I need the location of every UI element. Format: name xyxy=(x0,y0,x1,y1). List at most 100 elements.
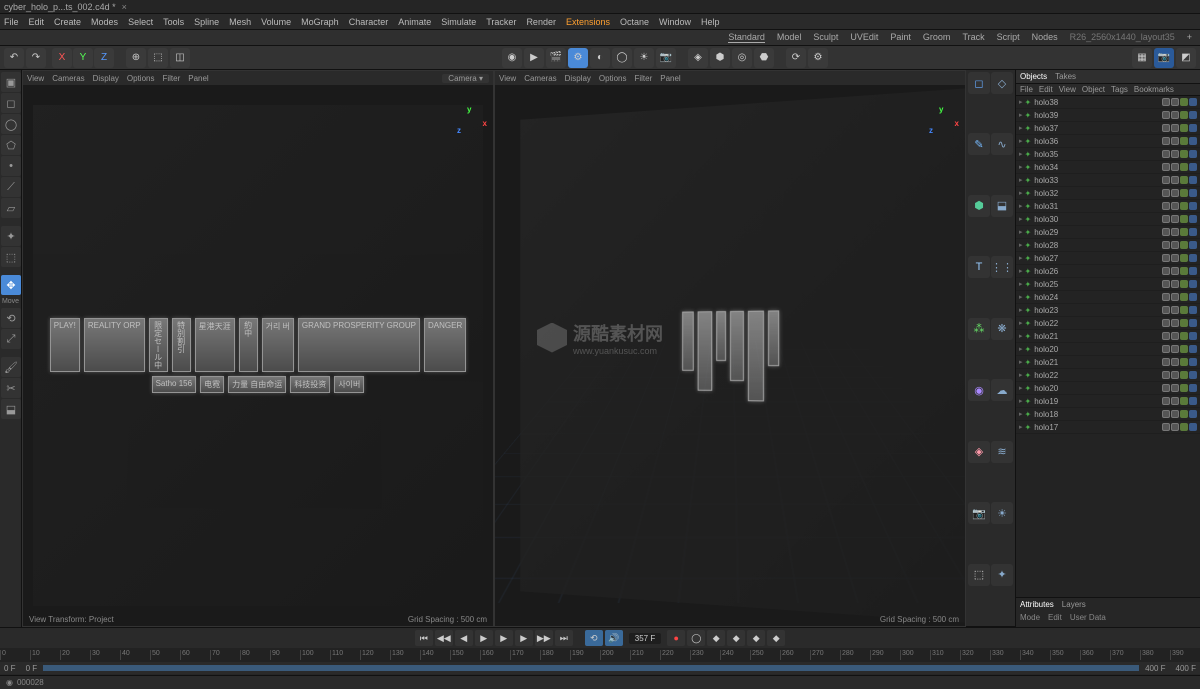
key-scale-button[interactable]: ◆ xyxy=(747,630,765,646)
expand-icon[interactable]: ▸ xyxy=(1019,228,1023,236)
vp-menu-filter[interactable]: Filter xyxy=(162,74,180,83)
visibility-tag[interactable] xyxy=(1162,306,1170,314)
point-mode-tool[interactable]: • xyxy=(1,156,21,176)
panel-toggle-3[interactable]: ◩ xyxy=(1176,48,1196,68)
visibility-tag[interactable] xyxy=(1162,293,1170,301)
axis-tool[interactable]: ✦ xyxy=(1,226,21,246)
object-row[interactable]: ▸✦holo32 xyxy=(1016,187,1200,200)
prev-frame-button[interactable]: ◀ xyxy=(455,630,473,646)
render-vis-tag[interactable] xyxy=(1171,319,1179,327)
render-vis-tag[interactable] xyxy=(1171,358,1179,366)
layout-standard[interactable]: Standard xyxy=(728,32,765,43)
object-row[interactable]: ▸✦holo33 xyxy=(1016,174,1200,187)
obj-menu-file[interactable]: File xyxy=(1020,85,1033,94)
tag-icon[interactable] xyxy=(1180,228,1188,236)
object-row[interactable]: ▸✦holo29 xyxy=(1016,226,1200,239)
tab-objects[interactable]: Objects xyxy=(1020,72,1047,81)
camera-button[interactable]: 📷 xyxy=(656,48,676,68)
axis-z-button[interactable]: Z xyxy=(94,48,114,68)
generator-button[interactable]: ⬢ xyxy=(710,48,730,68)
object-row[interactable]: ▸✦holo22 xyxy=(1016,317,1200,330)
tab-takes[interactable]: Takes xyxy=(1055,72,1076,81)
tag-icon[interactable] xyxy=(1180,423,1188,431)
expand-icon[interactable]: ▸ xyxy=(1019,332,1023,340)
tag-icon[interactable] xyxy=(1180,332,1188,340)
prev-key-button[interactable]: ◀◀ xyxy=(435,630,453,646)
axis-x-button[interactable]: X xyxy=(52,48,72,68)
tag-icon[interactable] xyxy=(1189,111,1197,119)
tag-icon[interactable] xyxy=(1189,332,1197,340)
spline-icon[interactable]: ∿ xyxy=(991,133,1013,155)
layout-uvedit[interactable]: UVEdit xyxy=(850,32,878,43)
subdivision-icon[interactable]: ⬢ xyxy=(968,195,990,217)
tag-icon[interactable] xyxy=(1189,215,1197,223)
panel-toggle-2[interactable]: 📷 xyxy=(1154,48,1174,68)
tag-icon[interactable] xyxy=(1180,384,1188,392)
tag-icon[interactable] xyxy=(1180,306,1188,314)
material-button[interactable]: ◯ xyxy=(612,48,632,68)
loop-button[interactable]: ⟲ xyxy=(585,630,603,646)
visibility-tag[interactable] xyxy=(1162,98,1170,106)
render-vis-tag[interactable] xyxy=(1171,306,1179,314)
tag-icon[interactable] xyxy=(1180,410,1188,418)
tag-icon[interactable] xyxy=(1180,319,1188,327)
menu-render[interactable]: Render xyxy=(526,17,556,27)
redo-button[interactable]: ↷ xyxy=(26,48,46,68)
tag-icon[interactable] xyxy=(1189,98,1197,106)
menu-select[interactable]: Select xyxy=(128,17,153,27)
tag-icon[interactable] xyxy=(1180,137,1188,145)
expand-icon[interactable]: ▸ xyxy=(1019,163,1023,171)
menu-create[interactable]: Create xyxy=(54,17,81,27)
knife-tool[interactable]: ✂ xyxy=(1,378,21,398)
tag-icon[interactable] xyxy=(1180,358,1188,366)
next-frame-button[interactable]: ▶ xyxy=(515,630,533,646)
menu-mograph[interactable]: MoGraph xyxy=(301,17,339,27)
visibility-tag[interactable] xyxy=(1162,189,1170,197)
expand-icon[interactable]: ▸ xyxy=(1019,254,1023,262)
expand-icon[interactable]: ▸ xyxy=(1019,319,1023,327)
key-rot-button[interactable]: ◆ xyxy=(727,630,745,646)
visibility-tag[interactable] xyxy=(1162,371,1170,379)
tag-icon[interactable] xyxy=(1189,228,1197,236)
field-button[interactable]: ◎ xyxy=(732,48,752,68)
light-button[interactable]: ☀ xyxy=(634,48,654,68)
render-vis-tag[interactable] xyxy=(1171,332,1179,340)
move-tool[interactable]: ✥ xyxy=(1,275,21,295)
render-vis-tag[interactable] xyxy=(1171,280,1179,288)
render-vis-tag[interactable] xyxy=(1171,202,1179,210)
tag-icon[interactable] xyxy=(1189,163,1197,171)
vp-menu-display[interactable]: Display xyxy=(93,74,119,83)
cloner-icon[interactable]: ⁂ xyxy=(968,318,990,340)
next-key-button[interactable]: ▶▶ xyxy=(535,630,553,646)
layout-custom[interactable]: R26_2560x1440_layout35 xyxy=(1070,32,1175,43)
record-button[interactable]: ● xyxy=(667,630,685,646)
object-row[interactable]: ▸✦holo18 xyxy=(1016,408,1200,421)
simulate-icon[interactable]: ≋ xyxy=(991,441,1013,463)
effector-icon[interactable]: ❋ xyxy=(991,318,1013,340)
menu-extensions[interactable]: Extensions xyxy=(566,17,610,27)
cube-icon[interactable]: ◻ xyxy=(968,72,990,94)
field-icon[interactable]: ◉ xyxy=(968,379,990,401)
render-vis-tag[interactable] xyxy=(1171,254,1179,262)
vp-menu-cameras[interactable]: Cameras xyxy=(524,74,556,83)
render-vis-tag[interactable] xyxy=(1171,345,1179,353)
object-row[interactable]: ▸✦holo35 xyxy=(1016,148,1200,161)
tag-icon[interactable] xyxy=(1189,410,1197,418)
tag-icon[interactable] xyxy=(1180,124,1188,132)
render-vis-tag[interactable] xyxy=(1171,410,1179,418)
layout-script[interactable]: Script xyxy=(997,32,1020,43)
tag-icon[interactable] xyxy=(1180,293,1188,301)
expand-icon[interactable]: ▸ xyxy=(1019,293,1023,301)
render-vis-tag[interactable] xyxy=(1171,228,1179,236)
object-row[interactable]: ▸✦holo24 xyxy=(1016,291,1200,304)
viewport-right[interactable]: View Cameras Display Options Filter Pane… xyxy=(494,70,966,627)
object-row[interactable]: ▸✦holo17 xyxy=(1016,421,1200,434)
object-row[interactable]: ▸✦holo34 xyxy=(1016,161,1200,174)
tag-icon[interactable] xyxy=(1189,397,1197,405)
rotate-tool[interactable]: ⟲ xyxy=(1,308,21,328)
render-settings-button[interactable]: ⚙ xyxy=(568,48,588,68)
expand-icon[interactable]: ▸ xyxy=(1019,280,1023,288)
tag-icon[interactable] xyxy=(1189,280,1197,288)
tag-icon[interactable] xyxy=(1180,202,1188,210)
render-vis-tag[interactable] xyxy=(1171,111,1179,119)
